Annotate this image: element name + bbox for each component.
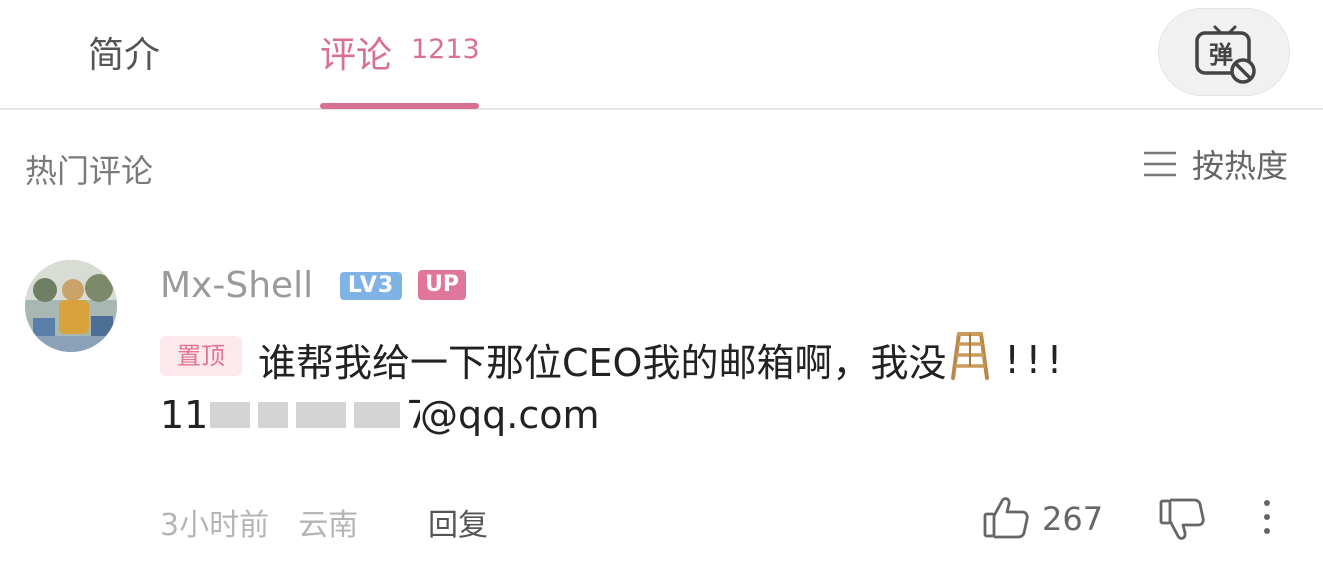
dislike-button[interactable]	[1158, 498, 1206, 542]
tab-comments[interactable]: 评论	[320, 26, 392, 78]
comment-exclamation: !!!	[1004, 337, 1069, 382]
ladder-icon	[950, 330, 990, 389]
email-domain: @qq.com	[420, 393, 600, 437]
avatar[interactable]	[25, 260, 117, 352]
thumb-down-icon	[1159, 498, 1205, 540]
active-tab-indicator	[320, 103, 479, 109]
danmaku-toggle-button[interactable]: 弹	[1158, 8, 1290, 96]
comment-time: 3小时前	[160, 508, 270, 543]
reply-button[interactable]: 回复	[428, 500, 488, 544]
email-redacted-blur	[210, 398, 404, 432]
like-button[interactable]	[982, 496, 1030, 540]
up-badge: UP	[418, 270, 466, 300]
username[interactable]: Mx-Shell	[160, 265, 313, 306]
tab-comments-count: 1213	[411, 34, 480, 65]
danmaku-off-icon: 弹	[1195, 25, 1256, 84]
email-visible-prefix: 11c	[160, 393, 208, 437]
comment-meta: 3小时前 云南	[160, 500, 358, 544]
level-badge: LV3	[340, 272, 402, 300]
like-count: 267	[1042, 500, 1104, 538]
sort-label: 按热度	[1192, 147, 1289, 185]
email-visible-suffix: 7	[406, 393, 420, 437]
tab-intro[interactable]: 简介	[88, 26, 160, 78]
comment-text: 谁帮我给一下那位CEO我的邮箱啊，我没 !!!	[258, 330, 1068, 389]
comment-text-main: 谁帮我给一下那位CEO我的邮箱啊，我没	[258, 341, 947, 385]
comment-email: 11c 7 @qq.com	[160, 390, 599, 440]
avatar-image	[25, 260, 117, 352]
tab-bar: 简介 评论 1213	[0, 0, 1323, 110]
more-options-button[interactable]	[1255, 497, 1279, 537]
pinned-tag: 置顶	[160, 336, 242, 376]
thumb-up-icon	[983, 497, 1029, 539]
more-vertical-icon	[1264, 500, 1270, 534]
section-title: 热门评论	[25, 152, 154, 190]
comment-location: 云南	[298, 508, 359, 543]
sort-button[interactable]: 按热度	[1142, 146, 1288, 185]
sort-lines-icon	[1144, 151, 1176, 177]
danmaku-glyph: 弹	[1209, 41, 1233, 69]
